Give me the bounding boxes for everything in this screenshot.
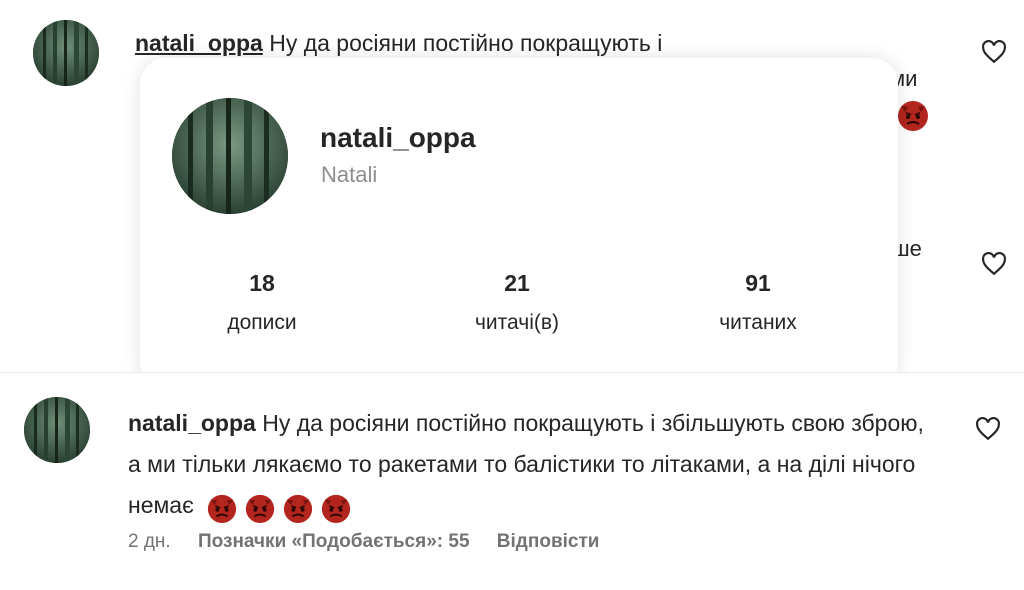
stat-value: 91 (745, 270, 771, 296)
avatar[interactable] (172, 98, 288, 214)
stat-posts[interactable]: 18 дописи (182, 268, 342, 338)
stat-label: читаних (719, 311, 797, 334)
heart-outline-icon[interactable] (981, 252, 1007, 276)
likes-count-link[interactable]: Позначки «Подобається»: 55 (198, 531, 470, 552)
stat-label: читачі(в) (474, 311, 560, 334)
comment-panel: natali_oppa Ну да росіяни постійно покра… (0, 372, 1024, 590)
heart-outline-icon[interactable] (981, 40, 1007, 64)
stat-value: 21 (504, 270, 530, 296)
comment-text-top: natali_oppa Ну да росіяни постійно покра… (135, 28, 662, 58)
heart-outline-icon[interactable] (975, 417, 1001, 441)
stat-followers[interactable]: 21 читачі(в) (437, 268, 597, 338)
stat-following[interactable]: 91 читаних (678, 268, 838, 338)
profile-username[interactable]: natali_oppa (320, 122, 476, 154)
comment-timestamp[interactable]: 2 дн. (128, 531, 171, 552)
forest-avatar-image (33, 20, 99, 86)
stat-value: 18 (249, 270, 275, 296)
emoji-group (200, 486, 352, 527)
reply-button[interactable]: Відповісти (497, 531, 600, 552)
angry-devil-emoji (896, 98, 930, 132)
comment-body: natali_oppa Ну да росіяни постійно покра… (128, 403, 928, 527)
forest-avatar-image (172, 98, 288, 214)
profile-full-name: Natali (321, 162, 378, 187)
forest-avatar-image (24, 397, 90, 463)
stat-label: дописи (227, 311, 297, 334)
comment-meta: 2 дн. Позначки «Подобається»: 55 Відпові… (128, 531, 621, 553)
username-link[interactable]: natali_oppa (128, 410, 256, 436)
profile-hover-card: natali_oppa Natali 18 дописи 21 читачі(в… (140, 58, 898, 388)
angry-devil-emoji (206, 492, 238, 524)
comments-background: natali_oppa Ну да росіяни постійно покра… (0, 0, 1024, 388)
angry-devil-emoji (244, 492, 276, 524)
comment-text: Ну да росіяни постійно покращують і (269, 30, 663, 56)
username-link[interactable]: natali_oppa (135, 30, 263, 56)
angry-devil-emoji (320, 492, 352, 524)
avatar[interactable] (24, 397, 90, 463)
angry-devil-emoji (282, 492, 314, 524)
avatar[interactable] (33, 20, 99, 86)
